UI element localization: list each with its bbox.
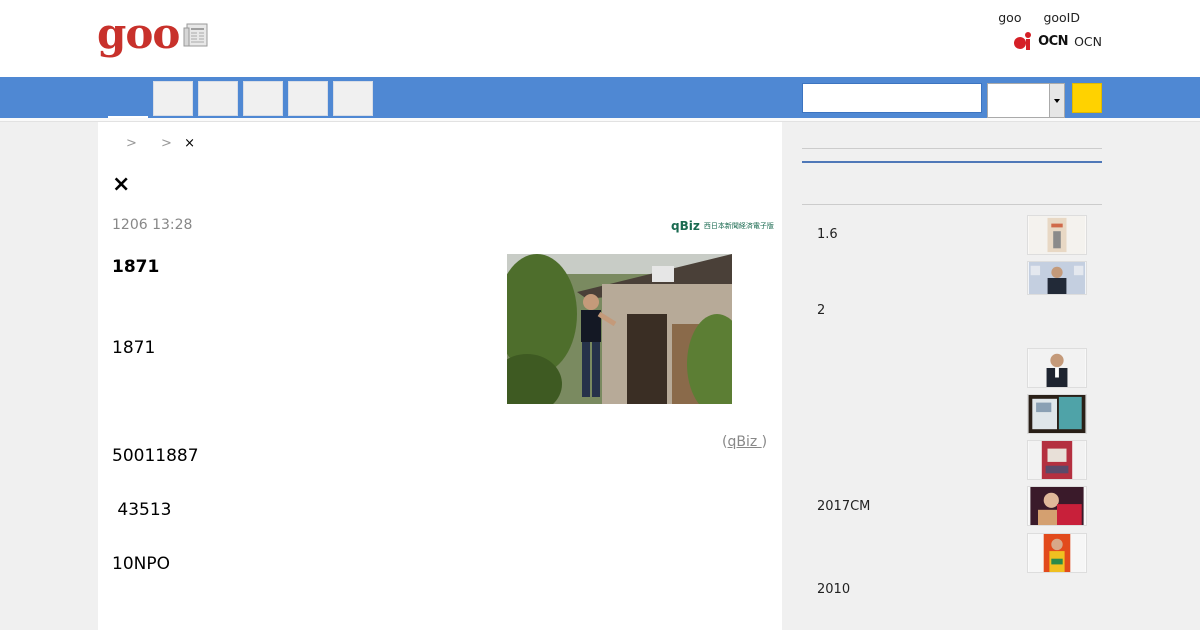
article-paragraph: 10NPO bbox=[112, 554, 170, 574]
category-nav bbox=[0, 77, 1200, 118]
nav-tab-active[interactable] bbox=[108, 81, 148, 118]
goo-top-link[interactable]: goo bbox=[998, 10, 1021, 25]
search-scope-select[interactable] bbox=[987, 83, 1065, 118]
breadcrumb: > > × bbox=[126, 136, 195, 151]
article-title: × bbox=[112, 172, 131, 197]
sidebar-thumbnail[interactable] bbox=[1027, 215, 1087, 255]
article-paragraph: 50011887 bbox=[112, 446, 199, 466]
photo-credit: (qBiz ) bbox=[722, 434, 767, 450]
header-links: goo gooID bbox=[980, 10, 1080, 25]
site-header: goo goo gooID OCN OCN bbox=[0, 0, 1200, 77]
goo-logo[interactable]: goo bbox=[97, 10, 180, 58]
sidebar-thumbnail[interactable] bbox=[1027, 348, 1087, 388]
nav-tab[interactable] bbox=[198, 81, 238, 116]
search-input[interactable] bbox=[802, 83, 982, 113]
qbiz-subtitle: 西日本新聞経済電子版 bbox=[703, 222, 774, 230]
ocn-link[interactable]: OCN OCN bbox=[1012, 29, 1102, 53]
nav-tab[interactable] bbox=[243, 81, 283, 116]
nav-tab[interactable] bbox=[333, 81, 373, 116]
article-photo[interactable] bbox=[507, 254, 732, 404]
sidebar-thumbnail[interactable] bbox=[1027, 440, 1087, 480]
ocn-wordmark: OCN bbox=[1038, 33, 1069, 49]
sidebar-divider bbox=[802, 148, 1102, 149]
sidebar-divider bbox=[802, 204, 1102, 205]
credit-link[interactable]: qBiz bbox=[727, 434, 761, 450]
sidebar-item-text[interactable]: 1.6 bbox=[817, 227, 838, 242]
newspaper-icon[interactable] bbox=[183, 21, 211, 47]
sidebar-item-text[interactable]: 2 bbox=[817, 303, 825, 318]
article-paragraph: 43513 bbox=[112, 500, 172, 520]
sidebar-thumbnail[interactable] bbox=[1027, 533, 1087, 573]
sidebar-heading-underline bbox=[802, 161, 1102, 163]
breadcrumb-current: × bbox=[184, 136, 195, 151]
sidebar-thumbnail[interactable] bbox=[1027, 261, 1087, 295]
nav-tab[interactable] bbox=[288, 81, 328, 116]
sidebar-item-text[interactable]: 2017CM bbox=[817, 499, 870, 514]
qbiz-wordmark: qBiz bbox=[671, 219, 700, 233]
breadcrumb-separator: > bbox=[161, 136, 172, 151]
ocn-logo-icon bbox=[1014, 32, 1032, 50]
article-date: 1206 13:28 bbox=[112, 217, 193, 233]
sidebar-item-text[interactable]: 2010 bbox=[817, 582, 850, 597]
article-paragraph: 1871 bbox=[112, 338, 156, 358]
gooid-link[interactable]: gooID bbox=[1043, 10, 1080, 25]
article-lead: 1871 bbox=[112, 257, 160, 277]
sidebar-thumbnail[interactable] bbox=[1027, 486, 1087, 526]
search-button[interactable] bbox=[1072, 83, 1102, 113]
credit-paren-close: ) bbox=[761, 434, 768, 450]
article-main: > > × × 1206 13:28 qBiz 西日本新聞経済電子版 1871 … bbox=[98, 122, 782, 630]
qbiz-logo[interactable]: qBiz 西日本新聞経済電子版 bbox=[669, 219, 774, 233]
breadcrumb-separator: > bbox=[126, 136, 137, 151]
ocn-label: OCN bbox=[1074, 33, 1102, 49]
nav-tab[interactable] bbox=[153, 81, 193, 116]
sidebar-thumbnail[interactable] bbox=[1027, 394, 1087, 434]
chevron-down-icon[interactable] bbox=[1049, 84, 1064, 117]
